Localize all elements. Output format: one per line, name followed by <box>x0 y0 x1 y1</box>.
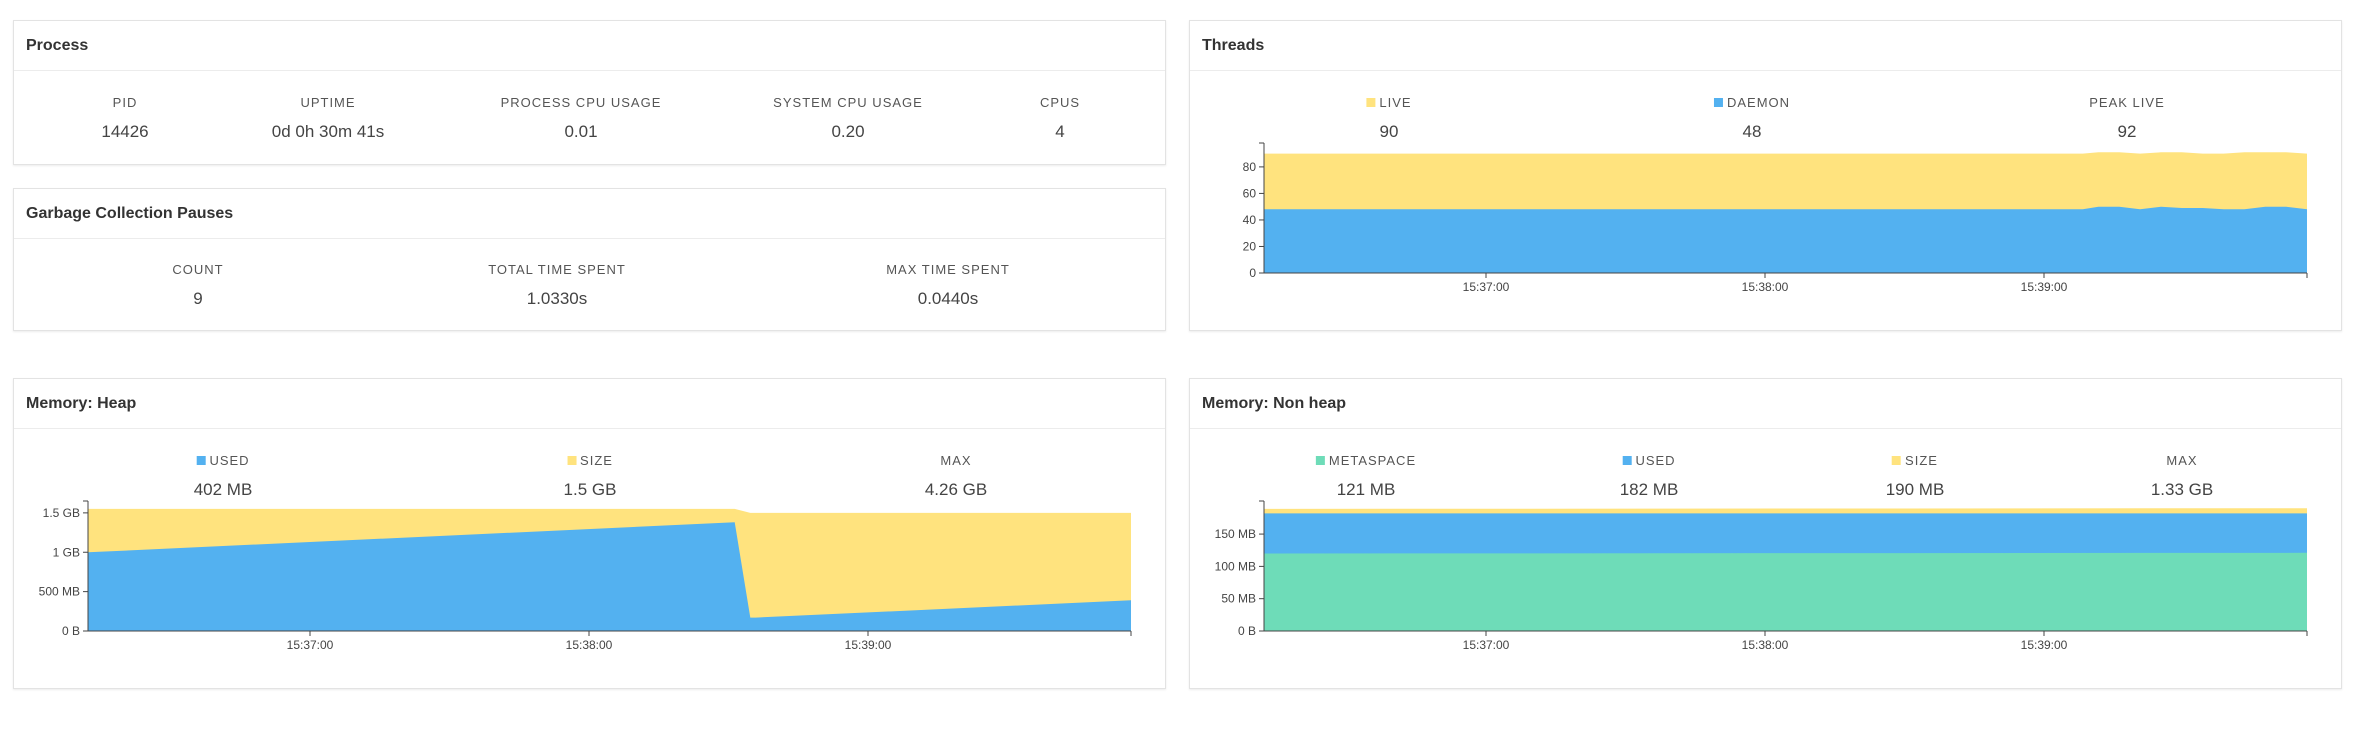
y-tick-label: 0 B <box>1238 624 1256 638</box>
gc-title: Garbage Collection Pauses <box>14 189 1165 239</box>
stat-value: 0.0440s <box>917 289 979 308</box>
y-tick-label: 80 <box>1243 160 1257 174</box>
x-tick-label: 15:39:00 <box>2021 280 2068 294</box>
threads-chart: 0 20 40 60 80 15:37:00 15:38:00 15:39:00 <box>1243 142 2308 294</box>
stat-label: COUNT <box>172 262 224 277</box>
stat-label: PID <box>112 95 138 110</box>
heap-card: Memory: Heap USED 402 MB SIZE 1.5 GB MAX… <box>13 378 1166 689</box>
y-tick-label: 20 <box>1243 239 1257 253</box>
y-tick-label: 500 MB <box>39 585 80 599</box>
area-daemon-series <box>1264 206 2307 273</box>
x-tick-label: 15:37:00 <box>1463 638 1510 652</box>
stat-value: 0.01 <box>564 122 598 141</box>
stat-value: 14426 <box>101 122 149 141</box>
stat-value: 0.20 <box>831 122 865 141</box>
stat-system-cpu: SYSTEM CPU USAGE 0.20 <box>773 95 923 142</box>
y-tick-label: 1.5 GB <box>43 506 80 520</box>
stat-label: PROCESS CPU USAGE <box>500 95 662 110</box>
stat-value: 9 <box>193 289 203 308</box>
nonheap-card: Memory: Non heap METASPACE 121 MB USED 1… <box>1189 378 2342 689</box>
stat-label: MAX TIME SPENT <box>886 262 1010 277</box>
threads-card: Threads LIVE 90 DAEMON 48 PEAK LIVE 92 0… <box>1189 20 2342 331</box>
stat-max-time: MAX TIME SPENT 0.0440s <box>886 262 1010 309</box>
y-tick-label: 40 <box>1243 213 1257 227</box>
stat-process-cpu: PROCESS CPU USAGE 0.01 <box>501 95 662 142</box>
stat-label: TOTAL TIME SPENT <box>488 262 626 277</box>
stat-label: UPTIME <box>300 95 356 110</box>
stat-value: 4 <box>1055 122 1065 141</box>
y-tick-label: 0 <box>1249 266 1256 280</box>
stat-count: COUNT 9 <box>172 262 223 309</box>
process-title: Process <box>14 21 1165 71</box>
process-card: Process PID 14426 UPTIME 0d 0h 30m 41s P… <box>13 20 1166 165</box>
x-tick-label: 15:38:00 <box>1742 638 1789 652</box>
stat-uptime: UPTIME 0d 0h 30m 41s <box>272 95 384 142</box>
x-tick-label: 15:39:00 <box>845 638 892 652</box>
stat-total-time: TOTAL TIME SPENT 1.0330s <box>488 262 626 309</box>
stat-cpus: CPUS 4 <box>1040 95 1080 142</box>
x-tick-label: 15:37:00 <box>1463 280 1510 294</box>
nonheap-chart: 0 B 50 MB 100 MB 150 MB 15:37:00 15:38:00 15:3… <box>1215 500 2308 652</box>
x-tick-label: 15:38:00 <box>566 638 613 652</box>
x-tick-label: 15:39:00 <box>2021 638 2068 652</box>
x-tick-label: 15:37:00 <box>287 638 334 652</box>
y-tick-label: 1 GB <box>53 545 80 559</box>
area-metaspace-series <box>1264 552 2307 631</box>
y-tick-label: 50 MB <box>1221 592 1256 606</box>
x-tick-label: 15:38:00 <box>1742 280 1789 294</box>
stat-pid: PID 14426 <box>101 95 148 142</box>
y-tick-label: 100 MB <box>1215 559 1256 573</box>
y-tick-label: 150 MB <box>1215 527 1256 541</box>
stat-label: CPUS <box>1039 95 1081 110</box>
y-tick-label: 60 <box>1243 186 1257 200</box>
gc-card: Garbage Collection Pauses COUNT 9 TOTAL … <box>13 188 1166 331</box>
heap-chart: 0 B 500 MB 1 GB 1.5 GB 15:37:00 15:38:00 15:39… <box>39 500 1132 652</box>
y-tick-label: 0 B <box>62 624 80 638</box>
stat-value: 0d 0h 30m 41s <box>271 122 385 141</box>
stat-label: SYSTEM CPU USAGE <box>773 95 923 110</box>
stat-value: 1.0330s <box>526 289 588 308</box>
